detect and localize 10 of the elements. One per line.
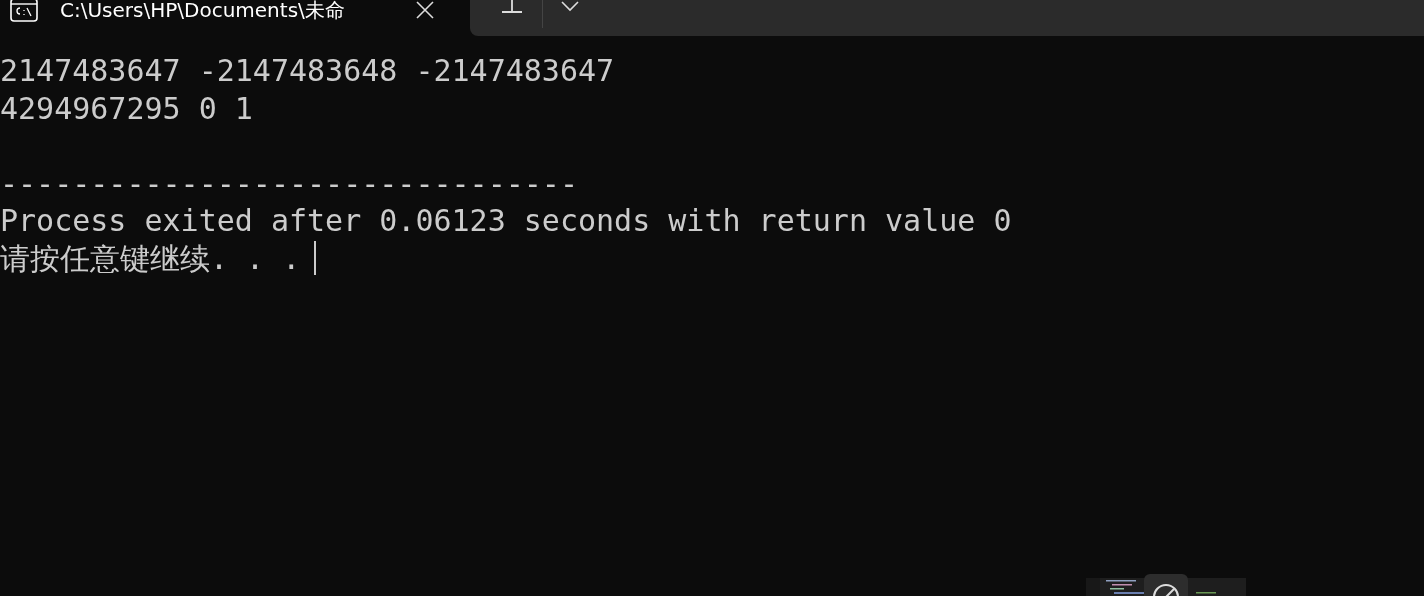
console-line: 2147483647 -2147483648 -2147483647 [0, 52, 615, 90]
console-line: 请按任意键继续. . . [0, 239, 301, 277]
plus-icon[interactable] [502, 0, 522, 14]
close-icon[interactable] [416, 1, 434, 19]
tab-title: C:\Users\HP\Documents\未命 [60, 0, 346, 24]
chevron-down-icon[interactable] [561, 0, 579, 12]
console-icon [10, 0, 38, 22]
console-line: -------------------------------- [0, 164, 578, 202]
console-line: 4294967295 0 1 [0, 89, 253, 127]
console-line: Process exited after 0.06123 seconds with return value 0 [0, 202, 1012, 240]
